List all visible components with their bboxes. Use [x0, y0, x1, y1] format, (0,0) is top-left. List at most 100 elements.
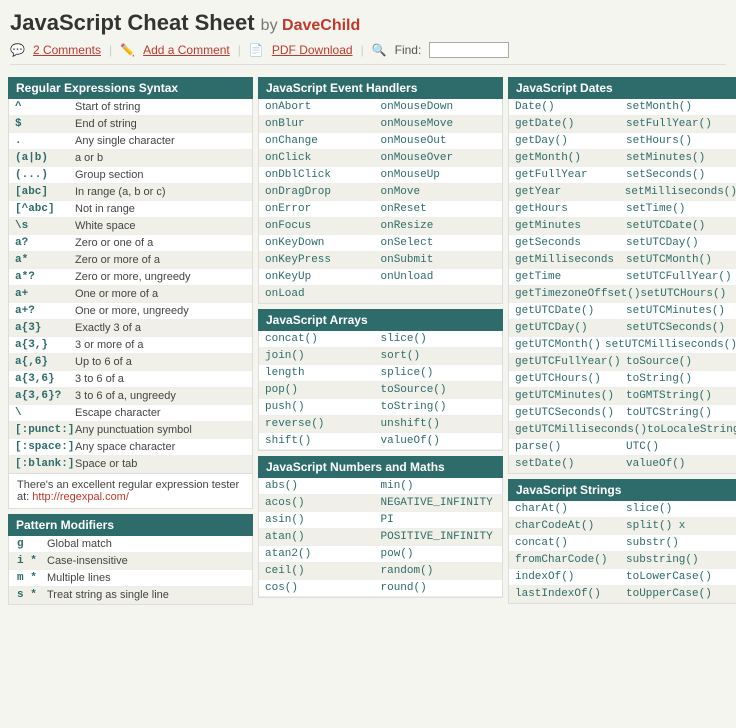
array-row: push()toString() [259, 399, 502, 416]
regex-row: [abc]In range (a, b or c) [9, 184, 252, 201]
date-row: parse()UTC() [509, 439, 736, 456]
string-row: concat()substr() [509, 535, 736, 552]
regex-link[interactable]: http://regexpal.com/ [32, 491, 129, 503]
regex-row: [:space:]Any space character [9, 439, 252, 456]
numbers-header: JavaScript Numbers and Maths [258, 456, 503, 478]
pattern-modifiers-header: Pattern Modifiers [8, 514, 253, 536]
date-row: getUTCMinutes()toGMTString() [509, 388, 736, 405]
regex-row: a{3}Exactly 3 of a [9, 320, 252, 337]
arrays-body: concat()slice()join()sort()lengthsplice(… [258, 331, 503, 451]
string-row: lastIndexOf()toUpperCase() [509, 586, 736, 603]
regex-row: a*?Zero or more, ungreedy [9, 269, 252, 286]
regex-body: ^Start of string$End of string.Any singl… [8, 99, 253, 474]
number-row: atan2()pow() [259, 546, 502, 563]
number-row: atan()POSITIVE_INFINITY [259, 529, 502, 546]
array-row: shift()valueOf() [259, 433, 502, 450]
dates-strings-col: JavaScript Dates Date()setMonth()getDate… [508, 77, 736, 605]
date-row: getUTCHours()toString() [509, 371, 736, 388]
numbers-body: abs()min()acos()NEGATIVE_INFINITYasin()P… [258, 478, 503, 598]
pattern-row: gGlobal match [9, 536, 252, 553]
regex-header: Regular Expressions Syntax [8, 77, 253, 99]
string-row: indexOf()toLowerCase() [509, 569, 736, 586]
events-header: JavaScript Event Handlers [258, 77, 503, 99]
number-row: abs()min() [259, 478, 502, 495]
by-text: by [261, 17, 282, 34]
dates-body: Date()setMonth()getDate()setFullYear()ge… [508, 99, 736, 474]
regex-row: [:blank:]Space or tab [9, 456, 252, 473]
search-icon: 🔍 [372, 43, 387, 57]
date-row: getUTCDate()setUTCMinutes() [509, 303, 736, 320]
regex-row: (...)Group section [9, 167, 252, 184]
event-row: onDblClickonMouseUp [259, 167, 502, 184]
pdf-link[interactable]: PDF Download [272, 43, 353, 57]
date-row: getYearsetMilliseconds() [509, 184, 736, 201]
regex-row: a+?One or more, ungreedy [9, 303, 252, 320]
regex-row: a{3,6}3 to 6 of a [9, 371, 252, 388]
regex-row: a{,6}Up to 6 of a [9, 354, 252, 371]
regex-row: a?Zero or one of a [9, 235, 252, 252]
events-arrays-col: JavaScript Event Handlers onAbortonMouse… [258, 77, 503, 605]
sep3: | [361, 43, 364, 57]
find-input[interactable] [429, 42, 509, 58]
array-row: lengthsplice() [259, 365, 502, 382]
date-row: getUTCMonth()setUTCMilliseconds() [509, 337, 736, 354]
add-comment-link[interactable]: Add a Comment [143, 43, 230, 57]
regex-row: \Escape character [9, 405, 252, 422]
number-row: ceil()random() [259, 563, 502, 580]
sep2: | [238, 43, 241, 57]
regex-row: $End of string [9, 116, 252, 133]
number-row: cos()round() [259, 580, 502, 597]
comment-icon: 💬 [10, 43, 25, 57]
date-row: getMinutessetUTCDate() [509, 218, 736, 235]
string-row: charCodeAt()split() x [509, 518, 736, 535]
pattern-row: i *Case-insensitive [9, 553, 252, 570]
regex-row: ^Start of string [9, 99, 252, 116]
event-row: onLoad [259, 286, 502, 303]
date-row: getUTCSeconds()toUTCString() [509, 405, 736, 422]
number-row: asin()PI [259, 512, 502, 529]
strings-header: JavaScript Strings [508, 479, 736, 501]
date-row: getTimezoneOffset()setUTCHours() [509, 286, 736, 303]
page-title: JavaScript Cheat Sheet by DaveChild [10, 10, 726, 36]
date-row: getDate()setFullYear() [509, 116, 736, 133]
regex-row: (a|b)a or b [9, 150, 252, 167]
comments-link[interactable]: 2 Comments [33, 43, 101, 57]
author-link[interactable]: DaveChild [282, 17, 360, 34]
date-row: getFullYearsetSeconds() [509, 167, 736, 184]
date-row: getMonth()setMinutes() [509, 150, 736, 167]
pattern-row: m *Multiple lines [9, 570, 252, 587]
regex-card: Regular Expressions Syntax ^Start of str… [8, 77, 253, 605]
date-row: getUTCFullYear()toSource() [509, 354, 736, 371]
array-row: pop()toSource() [259, 382, 502, 399]
string-row: charAt()slice() [509, 501, 736, 518]
arrays-header: JavaScript Arrays [258, 309, 503, 331]
date-row: getDay()setHours() [509, 133, 736, 150]
array-row: concat()slice() [259, 331, 502, 348]
date-row: getSecondssetUTCDay() [509, 235, 736, 252]
pattern-row: s *Treat string as single line [9, 587, 252, 604]
event-row: onFocusonResize [259, 218, 502, 235]
regex-row: .Any single character [9, 133, 252, 150]
date-row: getMillisecondssetUTCMonth() [509, 252, 736, 269]
toolbar: 💬 2 Comments | ✏️ Add a Comment | 📄 PDF … [10, 42, 726, 65]
number-row: acos()NEGATIVE_INFINITY [259, 495, 502, 512]
event-row: onKeyUponUnload [259, 269, 502, 286]
page-header: JavaScript Cheat Sheet by DaveChild 💬 2 … [0, 0, 736, 71]
array-row: reverse()unshift() [259, 416, 502, 433]
dates-header: JavaScript Dates [508, 77, 736, 99]
event-row: onKeyDownonSelect [259, 235, 502, 252]
date-row: getTimesetUTCFullYear() [509, 269, 736, 286]
event-row: onClickonMouseOver [259, 150, 502, 167]
date-row: getHourssetTime() [509, 201, 736, 218]
sep1: | [109, 43, 112, 57]
title-text: JavaScript Cheat Sheet [10, 10, 255, 35]
strings-body: charAt()slice()charCodeAt()split() xconc… [508, 501, 736, 604]
find-label: Find: [395, 43, 422, 57]
regex-row: a{3,}3 or more of a [9, 337, 252, 354]
regex-row: a+One or more of a [9, 286, 252, 303]
date-row: getUTCMilliseconds()toLocaleString() [509, 422, 736, 439]
date-row: Date()setMonth() [509, 99, 736, 116]
date-row: setDate()valueOf() [509, 456, 736, 473]
array-row: join()sort() [259, 348, 502, 365]
regex-row: \sWhite space [9, 218, 252, 235]
